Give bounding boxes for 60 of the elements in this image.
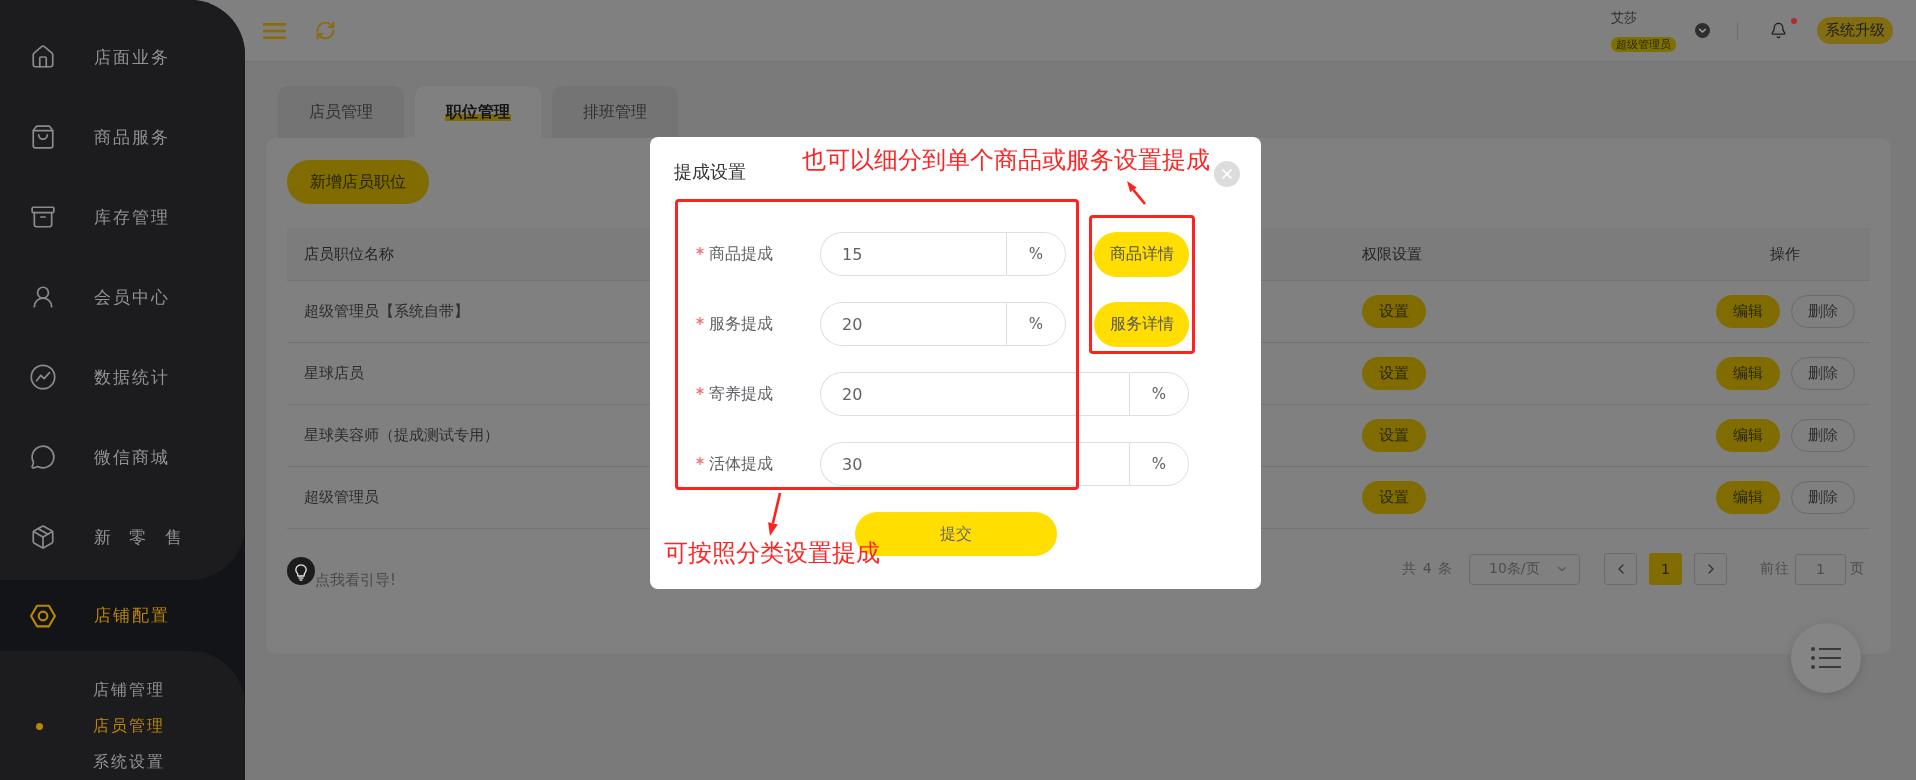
home-icon [30,44,56,70]
column-header: 权限设置 [1361,244,1422,264]
chart-icon [30,364,56,390]
role-badge: 超级管理员 [1611,36,1676,52]
field-label: 服务提成 [709,313,773,335]
detail-button[interactable]: 服务详情 [1094,301,1189,347]
close-icon [1219,166,1235,182]
sidebar-item[interactable]: 会员中心 [0,257,245,337]
close-button[interactable] [1214,161,1240,187]
permission-button[interactable]: 设置 [1362,357,1426,390]
bag-icon [30,124,56,150]
hexagon-ring-icon [30,602,56,629]
sidebar-item[interactable]: 库存管理 [0,177,245,257]
prev-page-button[interactable] [1604,553,1637,585]
edit-button[interactable]: 编辑 [1715,295,1780,328]
archive-box-icon [30,204,56,230]
field-label: 寄养提成 [709,383,773,405]
chat-bubble-icon [30,444,56,470]
bell-icon[interactable] [1770,22,1787,39]
permission-button[interactable]: 设置 [1362,481,1426,514]
sidebar-item[interactable]: 微信商城 [0,417,245,497]
add-position-button[interactable]: 新增店员职位 [287,160,429,204]
chevron-down-icon[interactable] [1695,23,1710,38]
upgrade-button[interactable]: 系统升级 [1817,17,1893,44]
package-icon [30,524,56,550]
dialog-title: 提成设置 [674,160,746,184]
field-label: 商品提成 [709,243,773,265]
tab[interactable]: 排班管理 [552,86,678,138]
sidebar-item[interactable]: 店面业务 [0,17,245,97]
submenu-item[interactable]: 系统设置 [0,744,245,780]
page-button[interactable]: 1 [1649,553,1682,585]
annotation-text: 也可以细分到单个商品或服务设置提成 [802,145,1210,176]
list-icon [1811,647,1841,669]
next-page-button[interactable] [1694,553,1727,585]
tab[interactable]: 店员管理 [278,86,404,138]
column-header: 店员职位名称 [303,244,394,264]
permission-button[interactable]: 设置 [1362,295,1426,328]
sidebar-item[interactable]: 商品服务 [0,97,245,177]
edit-button[interactable]: 编辑 [1715,481,1780,514]
sidebar-item[interactable]: 新 零 售 [0,497,245,577]
edit-button[interactable]: 编辑 [1715,419,1780,452]
table-cell-text: 超级管理员 [303,488,379,507]
submenu-item[interactable]: 店员管理 [0,708,245,744]
permission-button[interactable]: 设置 [1362,419,1426,452]
menu-icon[interactable] [263,22,286,39]
refresh-icon[interactable] [315,20,336,41]
table-cell-text: 超级管理员【系统自带】 [303,302,469,321]
lightbulb-icon[interactable] [287,557,315,585]
dot-icon [36,722,43,730]
sidebar-item[interactable]: 数据统计 [0,337,245,417]
field-label: 活体提成 [709,453,773,475]
input-field[interactable]: 15 [820,232,1006,276]
column-header: 操作 [1770,244,1800,264]
submenu-item[interactable]: 店铺管理 [0,672,245,708]
sidebar-item[interactable]: 店铺配置 [0,580,245,651]
table-cell-text: 星球美容师（提成测试专用） [303,426,499,445]
table-cell-text: 星球店员 [303,364,364,383]
detail-button[interactable]: 商品详情 [1094,231,1189,277]
user-name: 艾莎 [1611,9,1637,26]
edit-button[interactable]: 编辑 [1715,357,1780,390]
